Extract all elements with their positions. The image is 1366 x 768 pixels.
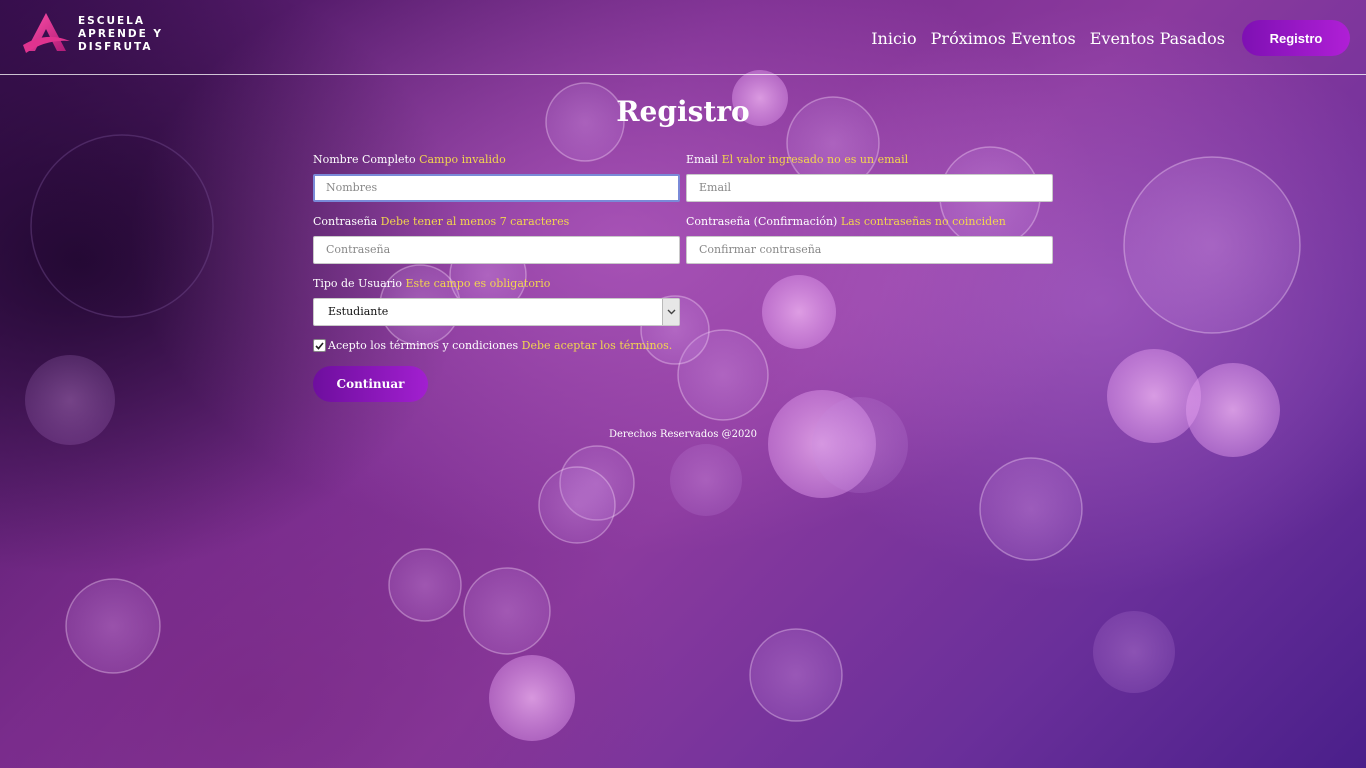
email-label-text: Email — [686, 153, 719, 166]
user-type-label-text: Tipo de Usuario — [313, 277, 403, 290]
full-name-label: Nombre Completo Campo invalido — [313, 152, 680, 168]
password-confirm-group: Contraseña (Confirmación) Las contraseña… — [686, 214, 1053, 264]
brand-line-2: APRENDE Y — [78, 27, 164, 40]
user-type-error: Este campo es obligatorio — [405, 277, 551, 290]
main-nav: Inicio Próximos Eventos Eventos Pasados … — [857, 20, 1350, 56]
brand-line-1: ESCUELA — [78, 14, 145, 27]
checkmark-icon — [315, 341, 324, 350]
password-error: Debe tener al menos 7 caracteres — [380, 215, 570, 228]
password-input[interactable]: Contraseña — [313, 236, 680, 264]
password-confirm-label: Contraseña (Confirmación) Las contraseña… — [686, 214, 1053, 230]
password-label-text: Contraseña — [313, 215, 378, 228]
brand-line-3: DISFRUTA — [78, 40, 153, 53]
full-name-group: Nombre Completo Campo invalido Nombres — [313, 152, 680, 202]
chevron-down-icon[interactable] — [662, 299, 679, 325]
password-confirm-error: Las contraseñas no coinciden — [840, 215, 1006, 228]
brand-name: ESCUELA APRENDE Y DISFRUTA — [78, 15, 163, 54]
password-label: Contraseña Debe tener al menos 7 caracte… — [313, 214, 680, 230]
full-name-error: Campo invalido — [419, 153, 506, 166]
email-error: El valor ingresado no es un email — [721, 153, 909, 166]
email-input[interactable]: Email — [686, 174, 1053, 202]
nav-link-inicio[interactable]: Inicio — [871, 29, 916, 48]
nav-link-proximos-eventos[interactable]: Próximos Eventos — [931, 29, 1076, 48]
brand-logo[interactable]: ESCUELA APRENDE Y DISFRUTA — [20, 11, 163, 57]
nav-register-button[interactable]: Registro — [1242, 20, 1350, 56]
copyright-footer: Derechos Reservados @2020 — [608, 429, 758, 440]
brand-a-logo-icon — [23, 13, 70, 53]
password-confirm-input[interactable]: Confirmar contraseña — [686, 236, 1053, 264]
user-type-group: Tipo de Usuario Este campo es obligatori… — [313, 276, 680, 326]
password-confirm-label-text: Contraseña (Confirmación) — [686, 215, 838, 228]
user-type-label: Tipo de Usuario Este campo es obligatori… — [313, 276, 680, 292]
terms-row: Acepto los términos y condiciones Debe a… — [313, 339, 672, 352]
nav-link-eventos-pasados[interactable]: Eventos Pasados — [1090, 29, 1225, 48]
terms-error: Debe aceptar los términos. — [521, 339, 673, 352]
page-title: Registro — [616, 95, 750, 128]
full-name-input[interactable]: Nombres — [313, 174, 680, 202]
password-group: Contraseña Debe tener al menos 7 caracte… — [313, 214, 680, 264]
terms-checkbox[interactable] — [313, 339, 326, 352]
email-label: Email El valor ingresado no es un email — [686, 152, 1053, 168]
continue-button[interactable]: Continuar — [313, 366, 428, 402]
top-navbar: ESCUELA APRENDE Y DISFRUTA Inicio Próxim… — [0, 0, 1366, 75]
user-type-selected-value: Estudiante — [328, 305, 389, 318]
terms-label: Acepto los términos y condiciones — [328, 339, 519, 352]
user-type-select[interactable]: Estudiante — [313, 298, 680, 326]
email-group: Email El valor ingresado no es un email … — [686, 152, 1053, 202]
full-name-label-text: Nombre Completo — [313, 153, 416, 166]
